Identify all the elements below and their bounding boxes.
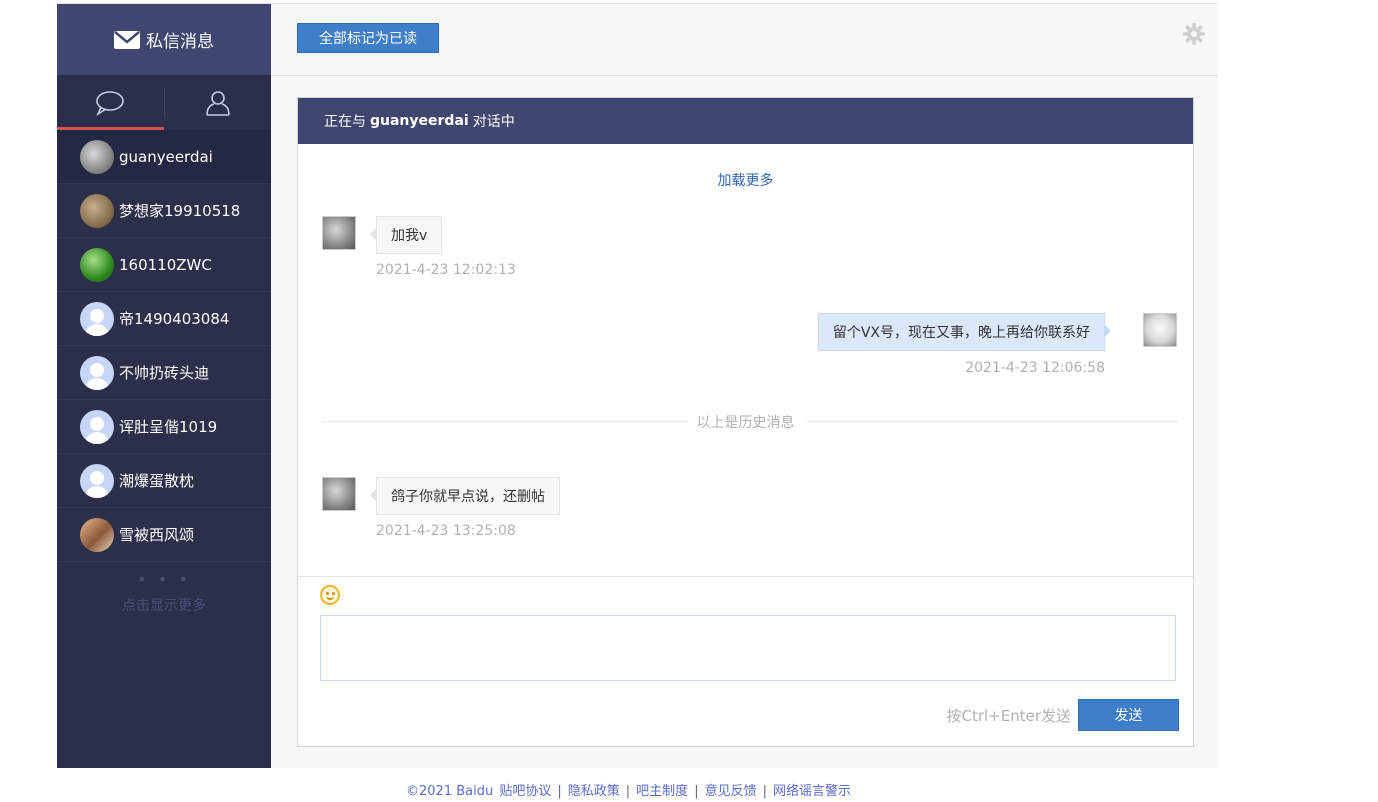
message-timestamp: 2021-4-23 12:06:58 <box>965 360 1105 376</box>
contact-item[interactable]: 160110ZWC <box>57 238 271 292</box>
footer-link[interactable]: 意见反馈 <box>705 784 757 799</box>
toolbar: 全部标记为已读 <box>271 4 1218 76</box>
contact-name: guanyeerdai <box>119 147 213 166</box>
chat-header: 正在与 guanyeerdai 对话中 <box>298 98 1193 144</box>
contact-list: guanyeerdai 梦想家19910518 160110ZWC 帝14904… <box>57 130 271 562</box>
partner-avatar[interactable] <box>322 216 356 250</box>
contact-name: 不帅扔砖头迪 <box>119 364 210 382</box>
sidebar-header: 私信消息 <box>57 4 271 75</box>
show-more-link[interactable]: 点击显示更多 <box>57 595 271 615</box>
contact-name: 雪被西风颂 <box>119 526 195 544</box>
contact-name: 帝1490403084 <box>119 310 230 328</box>
partner-avatar[interactable] <box>322 477 356 511</box>
avatar <box>80 247 114 282</box>
envelope-icon <box>114 30 140 49</box>
gear-icon[interactable] <box>1182 22 1206 46</box>
chat-header-prefix: 正在与 <box>324 114 366 130</box>
app-window: 私信消息 guanyeerdai 梦想家19910518 160110ZWC 帝… <box>57 3 1218 768</box>
message-list: 加载更多 加我v 2021-4-23 12:02:13 留个VX号，现在又事，晚… <box>298 144 1193 576</box>
avatar <box>80 463 114 498</box>
contact-name: 梦想家19910518 <box>119 202 241 220</box>
composer: 按Ctrl+Enter发送 发送 <box>298 576 1193 746</box>
avatar <box>80 355 114 390</box>
footer: ©2021 Baidu 贴吧协议 | 隐私政策 | 吧主制度 | 意见反馈 | 网络谣言警示 <box>0 780 1378 799</box>
emoji-icon[interactable] <box>320 585 340 605</box>
more-dots: • • • <box>137 570 191 589</box>
contact-item[interactable]: 诨肚呈偕1019 <box>57 400 271 454</box>
contact-name: 潮爆蛋散枕 <box>119 472 195 490</box>
avatar <box>80 139 114 174</box>
contact-item[interactable]: 雪被西风颂 <box>57 508 271 562</box>
footer-link[interactable]: 网络谣言警示 <box>773 784 851 799</box>
chat-header-suffix: 对话中 <box>472 114 515 130</box>
avatar <box>80 301 114 336</box>
tab-messages[interactable] <box>57 75 164 130</box>
footer-link[interactable]: 吧主制度 <box>636 784 688 799</box>
sidebar-title: 私信消息 <box>146 32 214 52</box>
avatar <box>80 517 114 552</box>
footer-link[interactable]: 贴吧协议 <box>499 784 551 799</box>
avatar <box>80 409 114 444</box>
user-icon <box>205 90 230 116</box>
contact-item[interactable]: guanyeerdai <box>57 130 271 184</box>
message-bubble: 加我v <box>369 216 443 254</box>
contact-name: 160110ZWC <box>119 255 212 274</box>
footer-sep: | <box>694 784 699 799</box>
main-panel: 全部标记为已读 正在与 guanyeerdai 对话中 加载更多 加我v 202… <box>271 4 1218 768</box>
contact-name: 诨肚呈偕1019 <box>119 418 218 436</box>
footer-sep: | <box>762 784 767 799</box>
chat-bubble-icon <box>96 90 125 116</box>
history-divider: 以上是历史消息 <box>298 412 1193 432</box>
contact-item[interactable]: 潮爆蛋散枕 <box>57 454 271 508</box>
load-more-link[interactable]: 加载更多 <box>298 170 1193 190</box>
message-timestamp: 2021-4-23 13:25:08 <box>376 523 516 539</box>
footer-sep: | <box>557 784 562 799</box>
mark-all-read-button[interactable]: 全部标记为已读 <box>297 23 439 53</box>
message-bubble: 留个VX号，现在又事，晚上再给你联系好 <box>817 313 1112 351</box>
my-avatar[interactable] <box>1143 313 1177 347</box>
chat-window: 正在与 guanyeerdai 对话中 加载更多 加我v 2021-4-23 1… <box>297 97 1194 747</box>
footer-link[interactable]: 隐私政策 <box>568 784 620 799</box>
message-bubble: 鸽子你就早点说，还删帖 <box>370 477 560 515</box>
history-divider-label: 以上是历史消息 <box>686 415 805 431</box>
contact-item[interactable]: 梦想家19910518 <box>57 184 271 238</box>
send-hint: 按Ctrl+Enter发送 <box>946 707 1071 725</box>
chat-partner-name: guanyeerdai <box>370 113 469 129</box>
sidebar: 私信消息 guanyeerdai 梦想家19910518 160110ZWC 帝… <box>57 4 271 768</box>
tab-contacts[interactable] <box>165 75 272 130</box>
avatar <box>80 193 114 228</box>
message-timestamp: 2021-4-23 12:02:13 <box>376 262 516 278</box>
message-input[interactable] <box>320 615 1176 681</box>
footer-copyright: ©2021 Baidu <box>406 784 494 799</box>
send-button[interactable]: 发送 <box>1078 699 1179 731</box>
sidebar-tabs <box>57 75 271 130</box>
footer-sep: | <box>625 784 631 799</box>
contact-item[interactable]: 不帅扔砖头迪 <box>57 346 271 400</box>
contact-item[interactable]: 帝1490403084 <box>57 292 271 346</box>
